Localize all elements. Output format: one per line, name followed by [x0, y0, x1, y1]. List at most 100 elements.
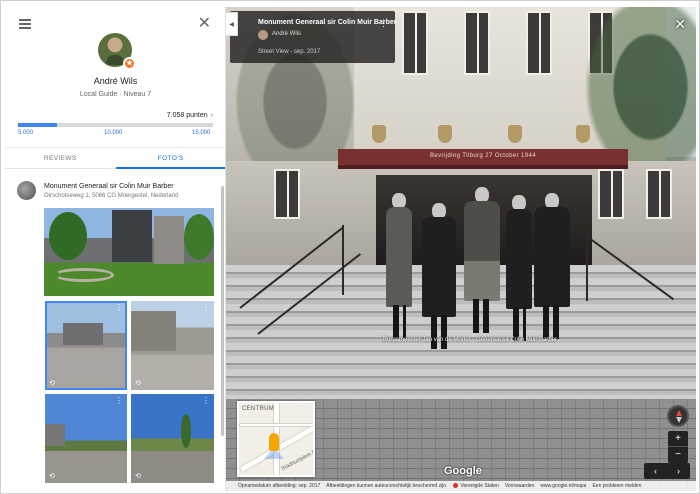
- points-progress-bar: [18, 123, 213, 127]
- zoom-control: + −: [668, 431, 688, 463]
- scene-window: [464, 11, 490, 75]
- zoom-out-button[interactable]: −: [668, 447, 688, 463]
- photo-thumbnail[interactable]: [44, 208, 214, 296]
- points-link[interactable]: 7.058 punten ›: [167, 112, 213, 119]
- photo-detail: [184, 214, 214, 260]
- footer-url-link[interactable]: www.google.nl/mapa: [540, 483, 586, 489]
- scene-person: [422, 203, 456, 349]
- place-title: Monument Generaal sir Colin Muir Barber: [44, 183, 174, 190]
- local-guide-badge-icon: ★: [123, 57, 136, 70]
- photo-caption-right: Generaal sir Colin Muir Barber: [476, 337, 558, 343]
- photo-detail: [45, 424, 65, 446]
- place-thumbnail: [17, 181, 36, 200]
- footer-report-link[interactable]: Een probleem melden: [592, 483, 641, 489]
- scene-crest: [372, 125, 386, 143]
- chevron-right-icon: ›: [210, 112, 213, 119]
- minimap[interactable]: CENTRUM Stadhuisplein Paleis: [237, 401, 315, 477]
- panorama-icon: ⟲: [135, 473, 141, 480]
- author-avatar[interactable]: [258, 30, 268, 40]
- photo-detail: [154, 216, 184, 264]
- user-name: André Wils: [93, 76, 138, 86]
- photo-detail: [54, 268, 114, 282]
- tab-reviews[interactable]: REVIEWS: [5, 148, 116, 168]
- streetview-date: Street View - sep. 2017: [258, 49, 321, 55]
- more-vert-icon[interactable]: ⋮: [115, 397, 123, 405]
- person-body: [464, 201, 500, 301]
- chevron-left-icon[interactable]: ◀: [226, 12, 238, 36]
- minimap-road: [239, 423, 313, 427]
- tick-label: 5.000: [18, 130, 34, 136]
- streetview-title-card: Monument Generaal sir Colin Muir Barber …: [230, 11, 396, 63]
- footer-capture-date: Opnamedatum afbeelding: sep. 2017: [238, 483, 321, 489]
- tab-photos[interactable]: FOTO'S: [115, 148, 225, 169]
- panorama-icon: ⟲: [135, 380, 141, 387]
- footer-region[interactable]: Verenigde Staten: [453, 483, 499, 489]
- photo-detail: [112, 210, 152, 262]
- scene-person: [386, 193, 412, 339]
- scene-canopy: Bevrijding Tilburg 27 October 1944: [338, 149, 628, 169]
- scene-window: [646, 169, 672, 219]
- scene-crest: [438, 125, 452, 143]
- zoom-in-button[interactable]: +: [668, 431, 688, 447]
- more-vert-icon[interactable]: ⋮: [115, 304, 123, 312]
- next-photo-button[interactable]: ›: [667, 463, 690, 479]
- previous-photo-button[interactable]: ‹: [644, 463, 667, 479]
- photo-thumbnail[interactable]: ⟲ ⋮: [45, 394, 127, 483]
- close-icon[interactable]: ✕: [674, 17, 686, 31]
- compass-icon[interactable]: [667, 405, 689, 427]
- person-body: [506, 209, 532, 309]
- photo-thumbnail[interactable]: ⟲ ⋮: [131, 301, 214, 390]
- panorama-icon: ⟲: [49, 473, 55, 480]
- scene-railing-post: [586, 225, 588, 301]
- photo-detail: [63, 323, 103, 345]
- photo-nav: ‹ ›: [644, 463, 690, 479]
- person-legs: [392, 305, 406, 339]
- scene-window: [402, 11, 428, 75]
- more-vert-icon[interactable]: ⋮: [202, 397, 210, 405]
- photo-thumbnail-selected[interactable]: ⟲ ⋮: [45, 301, 127, 390]
- more-vert-icon[interactable]: ⋮: [379, 19, 388, 28]
- scene-railing-post: [342, 225, 344, 295]
- person-body: [386, 207, 412, 307]
- minimap-district-label: CENTRUM: [242, 406, 275, 412]
- streetview-author[interactable]: André Wils: [272, 31, 301, 37]
- tick-label: 15.000: [192, 130, 211, 136]
- street-view-viewer[interactable]: Bevrijding Tilburg 27 October 1944 Burge…: [226, 7, 696, 491]
- google-logo: Google: [444, 465, 482, 477]
- app-window: ✕ ★ André Wils Local Guide · Niveau 7 7.…: [0, 0, 700, 494]
- photo-detail: [131, 311, 176, 351]
- more-vert-icon[interactable]: ⋮: [202, 304, 210, 312]
- photo-detail: [49, 212, 87, 260]
- person-body: [534, 207, 570, 307]
- photo-thumbnail[interactable]: ⟲ ⋮: [131, 394, 214, 483]
- person-legs: [430, 315, 448, 349]
- footer-terms-link[interactable]: Voorwaarden: [505, 483, 534, 489]
- footer-region-label: Verenigde Staten: [460, 483, 499, 489]
- user-level: Local Guide · Niveau 7: [79, 91, 152, 98]
- contributor-panel: ✕ ★ André Wils Local Guide · Niveau 7 7.…: [5, 7, 226, 491]
- menu-icon[interactable]: [19, 19, 31, 29]
- scene-person: [534, 193, 570, 339]
- place-header[interactable]: Monument Generaal sir Colin Muir Barber …: [17, 181, 217, 201]
- points-value: 7.058 punten: [166, 112, 208, 119]
- tab-bar: REVIEWS FOTO'S: [5, 147, 225, 169]
- streetview-title[interactable]: Monument Generaal sir Colin Muir Barber: [258, 19, 396, 26]
- photo-caption-left: Burgemeester Jan van de Mortel: [383, 337, 471, 343]
- scene-window: [274, 169, 300, 219]
- person-body: [422, 217, 456, 317]
- tick-label: 10.000: [104, 130, 123, 136]
- flag-icon: [453, 483, 459, 489]
- person-legs: [512, 307, 526, 341]
- close-icon[interactable]: ✕: [198, 16, 211, 32]
- place-address: Oirschotseweg 1, 5066 CG Moergestel, Ned…: [44, 193, 179, 199]
- footer-bar: Opnamedatum afbeelding: sep. 2017 Afbeel…: [226, 481, 696, 491]
- scene-stairs: [226, 265, 696, 399]
- scene-window: [598, 169, 624, 219]
- pegman-icon[interactable]: [269, 433, 279, 451]
- scene-person: [464, 187, 500, 333]
- person-legs: [473, 299, 491, 333]
- panel-scrollbar[interactable]: [221, 186, 224, 436]
- scene-crest: [508, 125, 522, 143]
- scene-window: [526, 11, 552, 75]
- canopy-inscription: Bevrijding Tilburg 27 October 1944: [430, 153, 536, 159]
